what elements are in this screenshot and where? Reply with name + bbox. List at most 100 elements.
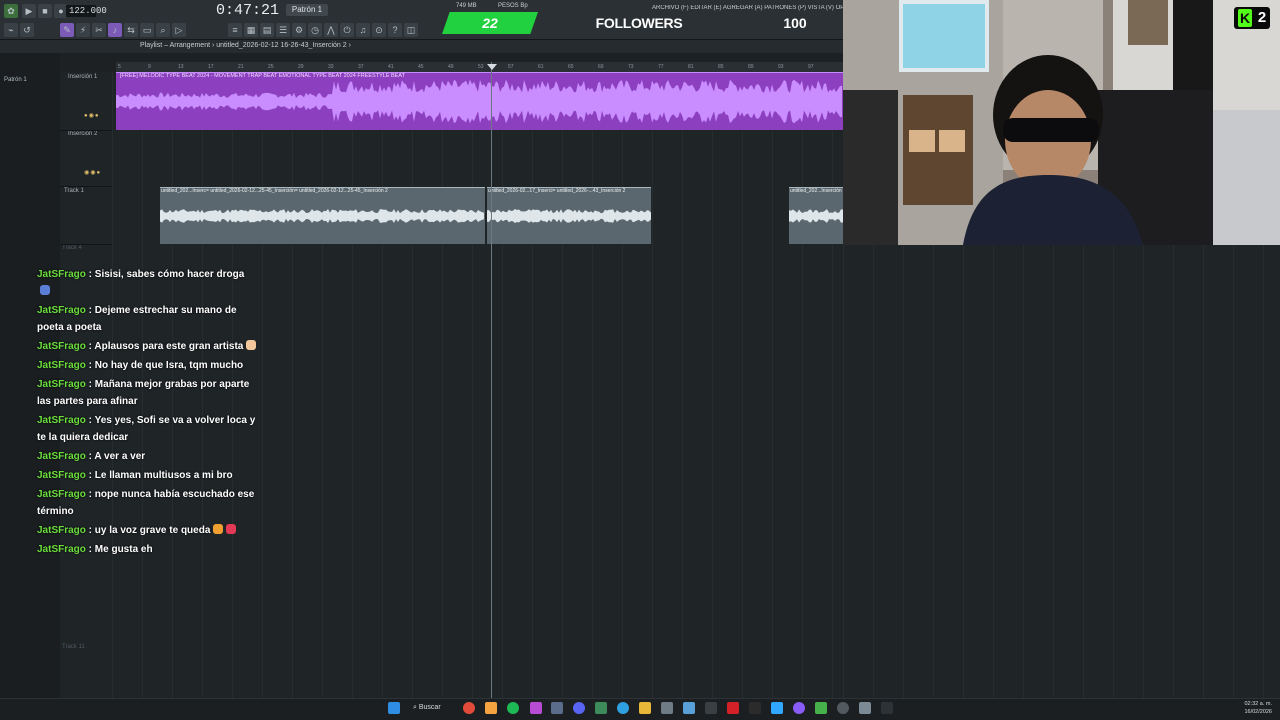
grid-line xyxy=(832,72,833,698)
chat-username: JatSFrago xyxy=(37,305,86,316)
audio-clip-main[interactable] xyxy=(116,72,843,130)
cpu-label: PESOS Bp xyxy=(498,3,528,9)
stop-icon[interactable]: ■ xyxy=(38,4,52,18)
photoshop-icon[interactable] xyxy=(771,702,783,714)
mixer-icon[interactable]: ≡ xyxy=(228,23,242,37)
chrome-icon[interactable] xyxy=(463,702,475,714)
grid-line xyxy=(532,72,533,698)
taskbar-clock[interactable]: 02:32 a. m. 16/02/2026 xyxy=(1232,700,1272,718)
tempo-display[interactable]: 122.000 xyxy=(66,5,107,17)
ruler-number: 21 xyxy=(238,64,244,70)
app-icon[interactable] xyxy=(595,702,607,714)
fl-logo-icon[interactable]: ✿ xyxy=(4,4,18,18)
webcam-image xyxy=(843,0,1280,245)
ruler-number: 93 xyxy=(778,64,784,70)
chat-overlay: JatSFrago : Sisisi, sabes cómo hacer dro… xyxy=(37,266,257,560)
grid-line xyxy=(322,72,323,698)
file-explorer-icon[interactable] xyxy=(639,702,651,714)
browser-icon[interactable]: ☰ xyxy=(276,23,290,37)
slip-tool-icon[interactable]: ⇆ xyxy=(124,23,138,37)
chat-message: JatSFrago : Le llaman multiusos a mi bro xyxy=(37,470,233,481)
pattern-list-item[interactable]: Patrón 1 xyxy=(4,77,27,83)
audio-clip[interactable] xyxy=(487,187,651,244)
track-name[interactable]: Inserción 1 xyxy=(68,74,97,80)
track-controls-icon[interactable]: ◉◉● xyxy=(84,169,101,176)
app-icon[interactable] xyxy=(881,702,893,714)
goal-current-count: 22 xyxy=(482,15,498,31)
taskbar-search[interactable]: ⌕ Buscar xyxy=(413,702,453,714)
track-name[interactable]: Track 11 xyxy=(62,644,85,650)
mute-tool-icon[interactable]: ♪ xyxy=(108,23,122,37)
playlist-title: Playlist – Arrangement › untitled_2026-0… xyxy=(140,42,351,49)
piano-roll-icon[interactable]: ▤ xyxy=(260,23,274,37)
app-icon[interactable] xyxy=(705,702,717,714)
settings-icon[interactable] xyxy=(859,702,871,714)
track-name[interactable]: Inserción 2 xyxy=(68,131,97,137)
zoom-tool-icon[interactable]: ⌕ xyxy=(156,23,170,37)
metronome-icon[interactable]: ⋀ xyxy=(324,23,338,37)
edge-icon[interactable] xyxy=(617,702,629,714)
app-icon[interactable] xyxy=(749,702,761,714)
grid-line xyxy=(262,72,263,698)
chat-username: JatSFrago xyxy=(37,544,86,555)
discord-icon[interactable] xyxy=(573,702,585,714)
ruler-number: 97 xyxy=(808,64,814,70)
chat-text: No hay de que Isra, tqm mucho xyxy=(94,360,244,371)
grid-line xyxy=(682,72,683,698)
app-icon[interactable] xyxy=(837,702,849,714)
spotify-icon[interactable] xyxy=(507,702,519,714)
windows-start-icon[interactable] xyxy=(388,702,400,714)
grid-line xyxy=(1173,245,1174,698)
plugin-icon[interactable]: ⚙ xyxy=(292,23,306,37)
app-icon[interactable] xyxy=(683,702,695,714)
grid-line xyxy=(472,72,473,698)
grid-line xyxy=(712,72,713,698)
chat-text: Sisisi, sabes cómo hacer droga xyxy=(94,269,245,280)
chat-text: Me gusta eh xyxy=(94,544,153,555)
app-icon[interactable] xyxy=(530,702,542,714)
loop-record-icon[interactable]: ⊙ xyxy=(372,23,386,37)
delete-tool-icon[interactable]: ✂ xyxy=(92,23,106,37)
obs-icon[interactable] xyxy=(793,702,805,714)
ruler-number: 49 xyxy=(448,64,454,70)
ruler-number: 37 xyxy=(358,64,364,70)
playhead-marker-icon[interactable] xyxy=(487,64,497,70)
playhead[interactable] xyxy=(491,62,492,698)
app-icon[interactable] xyxy=(727,702,739,714)
tempo-tap-icon[interactable]: ◷ xyxy=(308,23,322,37)
paint-tool-icon[interactable]: ⚡ xyxy=(76,23,90,37)
help-icon[interactable]: ? xyxy=(388,23,402,37)
track-controls-icon[interactable]: ●◉● xyxy=(84,112,99,119)
grid-line xyxy=(382,72,383,698)
search-label: Buscar xyxy=(418,704,441,711)
track-divider xyxy=(60,130,112,131)
arrangement-grid-extension[interactable] xyxy=(843,245,1280,698)
chat-username: JatSFrago xyxy=(37,415,86,426)
online-icon[interactable]: ◫ xyxy=(404,23,418,37)
pattern-select[interactable]: Patrón 1 xyxy=(286,4,328,16)
track-name[interactable]: Track 1 xyxy=(64,188,84,194)
snap-icon[interactable]: ⌁ xyxy=(4,23,18,37)
fl-studio-icon[interactable] xyxy=(485,702,497,714)
play-icon[interactable]: ▶ xyxy=(22,4,36,18)
waveform xyxy=(160,209,484,223)
audio-clip[interactable] xyxy=(789,187,843,244)
playback-tool-icon[interactable]: ▷ xyxy=(172,23,186,37)
undo-icon[interactable]: ↺ xyxy=(20,23,34,37)
select-tool-icon[interactable]: ▭ xyxy=(140,23,154,37)
steam-icon[interactable] xyxy=(551,702,563,714)
track-name[interactable]: Track 4 xyxy=(62,245,82,251)
grid-line xyxy=(352,72,353,698)
chat-username: JatSFrago xyxy=(37,489,86,500)
countdown-icon[interactable]: ♫ xyxy=(356,23,370,37)
store-icon[interactable] xyxy=(661,702,673,714)
ruler-number: 57 xyxy=(508,64,514,70)
ruler-number: 53 xyxy=(478,64,484,70)
audio-clip[interactable] xyxy=(160,187,485,244)
wait-input-icon[interactable]: ⏻ xyxy=(340,23,354,37)
channel-rack-icon[interactable]: ▦ xyxy=(244,23,258,37)
xbox-icon[interactable] xyxy=(815,702,827,714)
draw-tool-icon[interactable]: ✎ xyxy=(60,23,74,37)
emoji-icon xyxy=(40,285,50,295)
timeline-ruler[interactable]: 5 9 13 17 21 25 29 33 37 41 45 49 53 57 61 65 69 73 77 81 85… xyxy=(116,62,843,72)
